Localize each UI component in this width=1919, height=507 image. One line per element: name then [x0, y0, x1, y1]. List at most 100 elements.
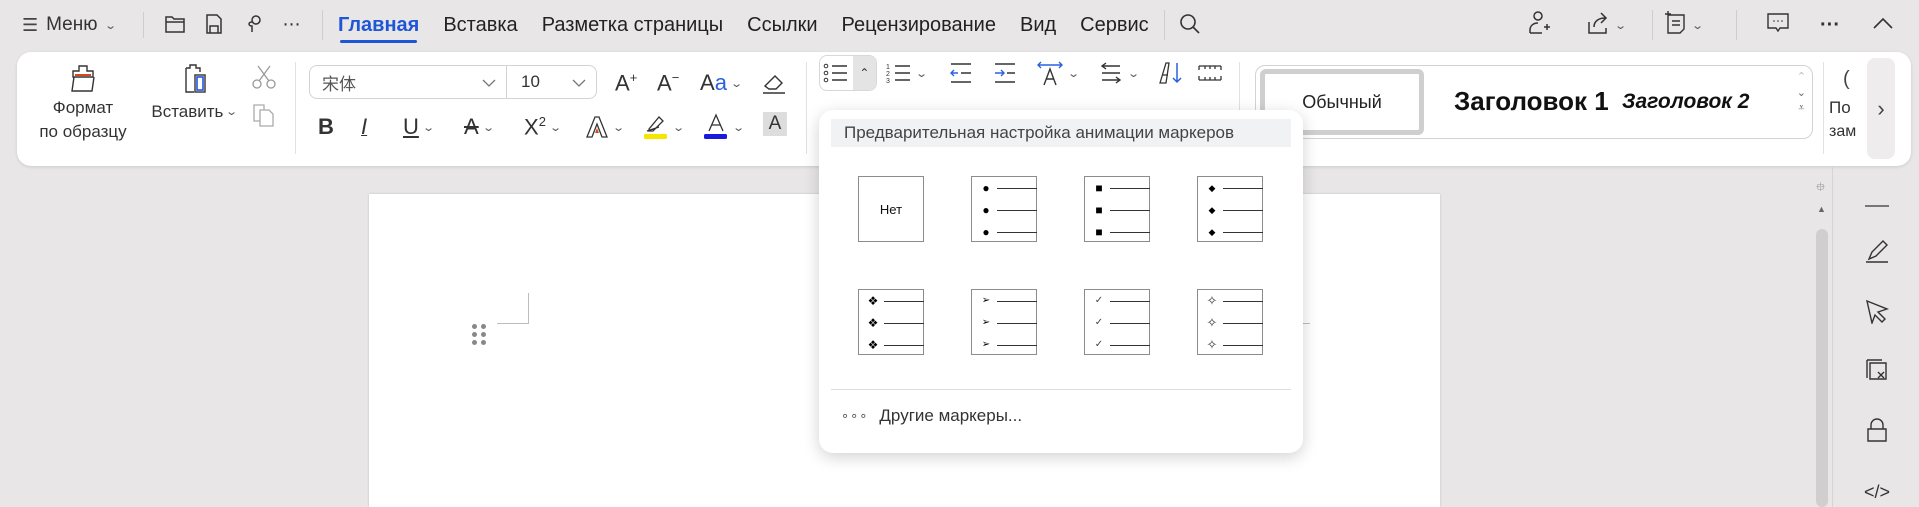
chevron-down-icon: ⌄	[422, 121, 435, 134]
scroll-up-arrow-icon[interactable]: ▲	[1817, 204, 1826, 214]
rail-select-button[interactable]	[1860, 296, 1894, 330]
bullet-option-checkmark[interactable]: ✓ ✓ ✓	[1084, 289, 1150, 355]
filled-square-bullet-icon: ■	[1095, 203, 1103, 217]
more-bullets-button[interactable]: ∘∘∘ Другие маркеры...	[841, 406, 1022, 426]
character-shading-button[interactable]: A	[763, 112, 787, 136]
text-direction-button[interactable]: ⌄	[1098, 58, 1140, 88]
bullets-button[interactable]: ⌃	[819, 55, 877, 91]
scrollbar-thumb[interactable]	[1816, 229, 1828, 507]
bold-button[interactable]: B	[318, 112, 334, 142]
scroll-up-icon[interactable]: ⌃	[1797, 70, 1806, 83]
rail-pen-button[interactable]	[1860, 236, 1894, 270]
ribbon-scroll-right-button[interactable]: ›	[1867, 58, 1895, 159]
character-spacing-button[interactable]: ⌄	[1036, 58, 1081, 88]
style-heading-2[interactable]: Заголовок 2	[1622, 90, 1749, 114]
tab-insert[interactable]: Вставка	[443, 0, 517, 50]
tab-home[interactable]: Главная	[338, 0, 419, 50]
share-button[interactable]: ⌄	[1586, 10, 1627, 40]
bullet-option-arrowhead[interactable]: ➢ ➢ ➢	[971, 289, 1037, 355]
collapse-icon	[1872, 16, 1894, 35]
bullet-option-ornate-diamond[interactable]: ❖ ❖ ❖	[858, 289, 924, 355]
highlight-button[interactable]: ⌄	[643, 112, 686, 142]
vertical-scrollbar[interactable]: ⯐ ▲	[1814, 178, 1828, 507]
menu-button[interactable]: ☰ Меню ⌄	[22, 12, 117, 38]
tab-review[interactable]: Рецензирование	[842, 0, 996, 50]
hamburger-icon: ☰	[22, 14, 39, 35]
bullet-option-small-diamond[interactable]: ◆ ◆ ◆	[1197, 176, 1263, 242]
rail-clear-button[interactable]	[1860, 355, 1894, 389]
collapse-ribbon-button[interactable]	[1872, 10, 1894, 40]
font-color-button[interactable]: ⌄	[703, 112, 745, 142]
divider	[295, 62, 296, 154]
italic-icon: I	[361, 114, 368, 139]
superscript-button[interactable]: X2 ⌄	[524, 112, 562, 142]
tab-references[interactable]: Ссылки	[747, 0, 817, 50]
increase-indent-button[interactable]	[993, 58, 1017, 88]
format-painter-label-1: Формат	[52, 98, 114, 117]
scroll-down-icon[interactable]: ⌄	[1797, 86, 1806, 99]
divider	[1832, 166, 1833, 507]
chevron-down-icon: ⌄	[549, 121, 562, 134]
copy-button[interactable]	[251, 100, 277, 130]
sort-button[interactable]	[1158, 58, 1184, 88]
bullet-option-filled-circle[interactable]: ● ● ●	[971, 176, 1037, 242]
rail-code-button[interactable]: </>	[1860, 475, 1894, 507]
chevron-down-icon: ⌄	[1067, 67, 1081, 80]
underline-button[interactable]: U ⌄	[403, 112, 435, 142]
bullet-option-none[interactable]: Нет	[858, 176, 924, 242]
change-case-button[interactable]: Aa ⌄	[700, 68, 743, 98]
more-options-button[interactable]: ···	[1820, 10, 1840, 40]
tab-view[interactable]: Вид	[1020, 0, 1056, 50]
style-heading-1[interactable]: Заголовок 1	[1454, 86, 1609, 117]
decrease-indent-button[interactable]	[949, 58, 973, 88]
chevron-down-icon: ⌄	[915, 67, 929, 80]
expand-styles-icon[interactable]: ⩡	[1798, 102, 1804, 115]
styles-gallery: Обычный Заголовок 1 Заголовок 2 ⌃ ⌄ ⩡	[1255, 65, 1813, 139]
italic-button[interactable]: I	[361, 112, 367, 142]
tab-page-layout[interactable]: Разметка страницы	[542, 0, 723, 50]
rail-minimize-button[interactable]	[1860, 187, 1894, 221]
text-effect-button[interactable]: ⌄	[585, 112, 625, 142]
checkmark-bullet-icon: ✓	[1094, 295, 1104, 306]
tab-tools[interactable]: Сервис	[1080, 0, 1149, 50]
add-user-button[interactable]	[1527, 10, 1551, 40]
star-bullet-icon: ✧	[1206, 337, 1218, 352]
text-direction-icon	[1098, 62, 1124, 84]
paste-button[interactable]: Вставить ⌄	[150, 62, 238, 124]
drag-handle[interactable]	[472, 324, 486, 345]
bullet-option-four-point-star[interactable]: ✧ ✧ ✧	[1197, 289, 1263, 355]
superscript-icon: X2	[524, 113, 546, 140]
numbering-button[interactable]: 123 ⌄	[886, 58, 929, 88]
chevron-down-icon: ⌄	[672, 121, 686, 134]
cut-button[interactable]	[251, 62, 277, 92]
add-user-icon	[1527, 10, 1551, 41]
divider	[806, 62, 807, 154]
ruler-button[interactable]	[1197, 58, 1223, 88]
increase-indent-icon	[993, 62, 1017, 84]
format-paint-icon[interactable]	[240, 10, 268, 38]
chevron-up-icon: ⌃	[852, 56, 876, 90]
rail-lock-button[interactable]	[1860, 415, 1894, 449]
underline-icon: U	[403, 114, 419, 139]
search-icon[interactable]	[1176, 10, 1204, 38]
split-view-icon[interactable]: ⯐	[1816, 178, 1825, 199]
margin-corner-mark	[1302, 323, 1310, 324]
folder-icon[interactable]	[161, 10, 189, 38]
bullet-option-filled-square[interactable]: ■ ■ ■	[1084, 176, 1150, 242]
find-replace-button[interactable]: ( По зам	[1829, 62, 1869, 144]
clear-formatting-button[interactable]	[761, 68, 787, 98]
chevron-down-icon: ⌄	[103, 19, 117, 32]
more-icon[interactable]: ⋯	[278, 10, 306, 38]
font-name-dropdown[interactable]: 宋体	[310, 66, 507, 98]
task-button[interactable]: ⌄	[1663, 10, 1704, 40]
save-icon[interactable]	[200, 10, 228, 38]
comment-button[interactable]	[1766, 10, 1790, 40]
grow-font-button[interactable]: A+	[615, 68, 637, 98]
format-painter-button[interactable]: Формат по образцу	[34, 62, 132, 144]
decrease-indent-icon	[949, 62, 973, 84]
minus-icon	[1865, 195, 1889, 213]
strikethrough-button[interactable]: A ⌄	[464, 112, 495, 142]
font-size-dropdown[interactable]: 10	[507, 66, 596, 98]
chevron-down-icon: ⌄	[225, 106, 239, 118]
shrink-font-button[interactable]: A−	[657, 68, 679, 98]
